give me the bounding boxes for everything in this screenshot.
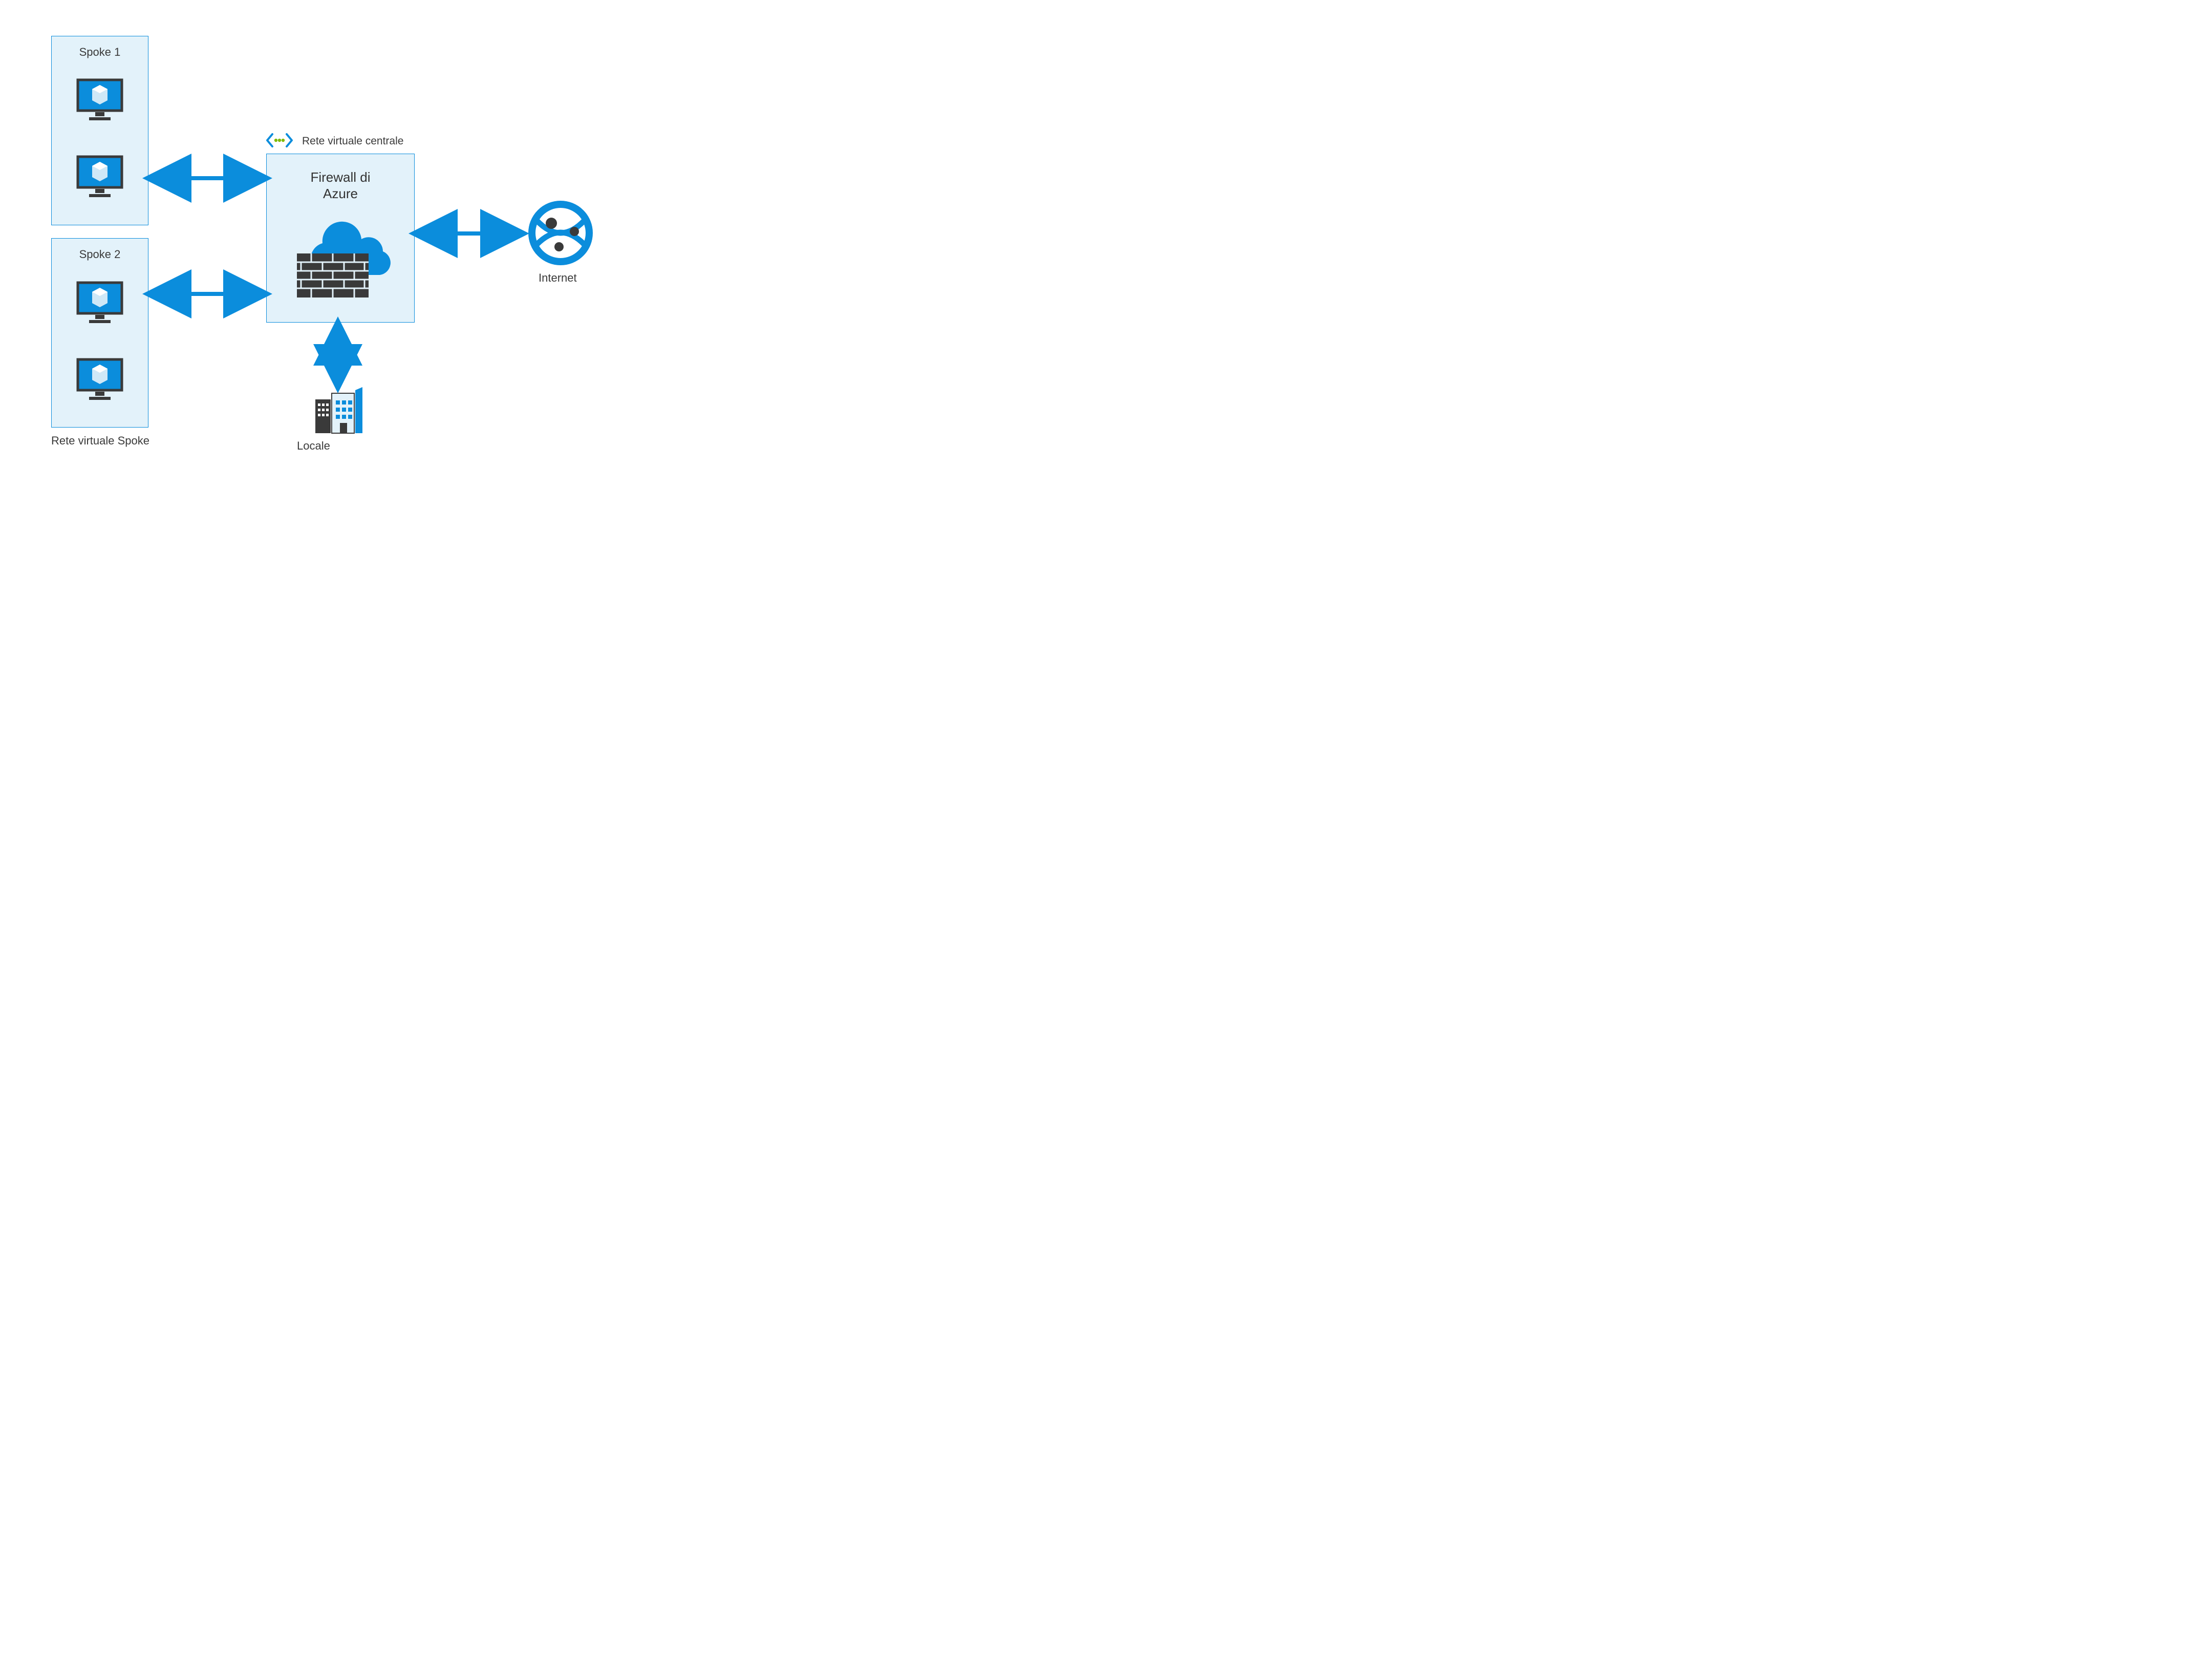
arrows-layer (0, 0, 655, 492)
